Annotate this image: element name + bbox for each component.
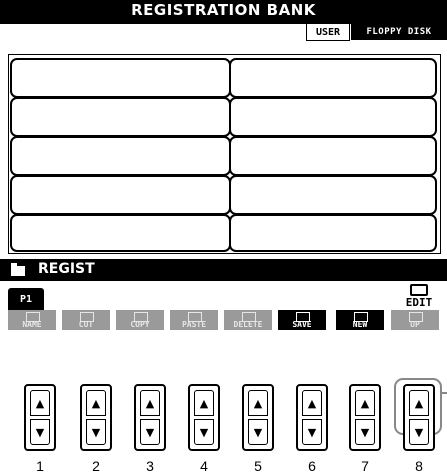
- delete-function[interactable]: DELETE: [224, 310, 272, 330]
- file-slot[interactable]: [229, 58, 437, 98]
- folder-path: REGIST: [38, 261, 95, 277]
- tab-floppy-disk[interactable]: FLOPPY DISK: [351, 24, 447, 40]
- callout-line: [440, 392, 447, 394]
- file-slot[interactable]: [10, 97, 231, 137]
- button-number: 2: [92, 458, 100, 474]
- folder-icon: [11, 263, 25, 276]
- up-arrow-icon[interactable]: ▲: [409, 390, 429, 416]
- up-arrow-icon[interactable]: ▲: [248, 390, 268, 416]
- edit-icon: [410, 284, 428, 296]
- button-6[interactable]: ▲ ▼: [296, 384, 328, 451]
- copy-icon: [134, 312, 148, 322]
- down-arrow-icon[interactable]: ▼: [194, 419, 214, 445]
- file-slot[interactable]: [10, 175, 231, 215]
- new-folder-icon: [354, 312, 368, 322]
- title-bar: REGISTRATION BANK: [0, 0, 447, 24]
- scissors-icon: [80, 312, 94, 322]
- button-1[interactable]: ▲ ▼: [24, 384, 56, 451]
- down-arrow-icon[interactable]: ▼: [140, 419, 160, 445]
- up-arrow-icon[interactable]: ▲: [86, 390, 106, 416]
- file-slot[interactable]: [10, 214, 231, 252]
- down-arrow-icon[interactable]: ▼: [30, 419, 50, 445]
- folder-path-bar: REGIST: [0, 259, 447, 281]
- tab-user[interactable]: USER: [306, 24, 350, 41]
- page-tab[interactable]: P1: [8, 288, 44, 310]
- up-arrow-icon[interactable]: ▲: [140, 390, 160, 416]
- button-number: 4: [200, 458, 208, 474]
- up-arrow-icon[interactable]: ▲: [30, 390, 50, 416]
- file-slot[interactable]: [229, 97, 437, 137]
- button-number: 6: [308, 458, 316, 474]
- down-arrow-icon[interactable]: ▼: [248, 419, 268, 445]
- lcd-screen: REGISTRATION BANK USER FLOPPY DISK REGIS…: [0, 0, 447, 332]
- copy-function[interactable]: COPY: [116, 310, 164, 330]
- button-5[interactable]: ▲ ▼: [242, 384, 274, 451]
- edit-tab[interactable]: EDIT: [399, 282, 439, 309]
- button-number: 3: [146, 458, 154, 474]
- up-arrow-icon[interactable]: ▲: [302, 390, 322, 416]
- file-slot[interactable]: [229, 136, 437, 176]
- down-arrow-icon[interactable]: ▼: [409, 419, 429, 445]
- button-number: 8: [415, 458, 423, 474]
- name-function[interactable]: NAME: [8, 310, 56, 330]
- button-7[interactable]: ▲ ▼: [349, 384, 381, 451]
- file-slot[interactable]: [10, 58, 231, 98]
- button-number: 5: [254, 458, 262, 474]
- file-slot[interactable]: [10, 136, 231, 176]
- screen-title: REGISTRATION BANK: [131, 1, 316, 19]
- button-8[interactable]: ▲ ▼: [403, 384, 435, 451]
- button-number: 1: [36, 458, 44, 474]
- paste-icon: [188, 312, 202, 322]
- file-slot[interactable]: [229, 214, 437, 252]
- trash-icon: [242, 312, 256, 322]
- cut-function[interactable]: CUT: [62, 310, 110, 330]
- edit-label: EDIT: [405, 296, 433, 309]
- down-arrow-icon[interactable]: ▼: [86, 419, 106, 445]
- disk-icon: [296, 312, 310, 322]
- up-arrow-icon: [409, 312, 423, 322]
- down-arrow-icon[interactable]: ▼: [302, 419, 322, 445]
- up-arrow-icon[interactable]: ▲: [194, 390, 214, 416]
- button-number: 7: [361, 458, 369, 474]
- paste-function[interactable]: PASTE: [170, 310, 218, 330]
- save-function[interactable]: SAVE: [278, 310, 326, 330]
- button-3[interactable]: ▲ ▼: [134, 384, 166, 451]
- button-2[interactable]: ▲ ▼: [80, 384, 112, 451]
- up-function[interactable]: UP: [391, 310, 439, 330]
- new-function[interactable]: NEW: [336, 310, 384, 330]
- up-arrow-icon[interactable]: ▲: [355, 390, 375, 416]
- name-icon: [26, 312, 40, 322]
- button-4[interactable]: ▲ ▼: [188, 384, 220, 451]
- down-arrow-icon[interactable]: ▼: [355, 419, 375, 445]
- file-slot[interactable]: [229, 175, 437, 215]
